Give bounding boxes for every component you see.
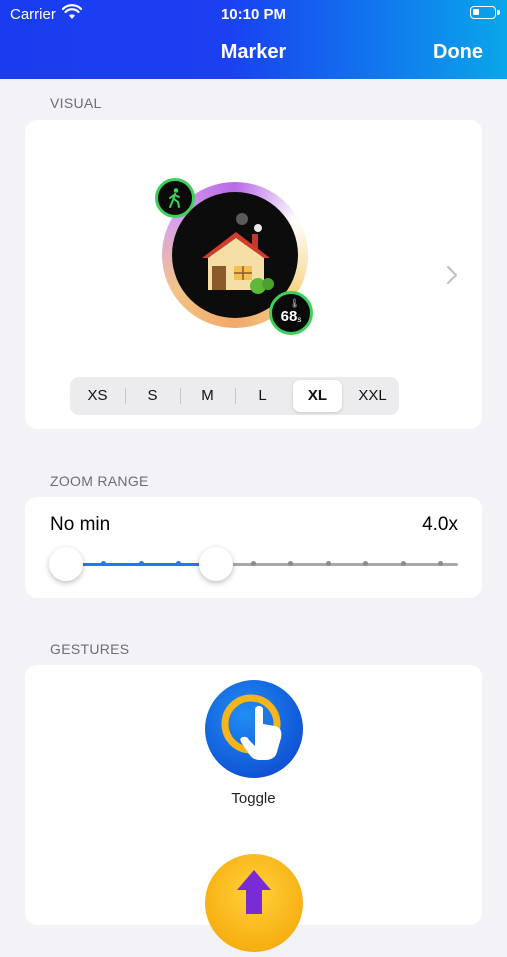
size-option-l[interactable]: L [238,380,287,412]
zoom-slider-tick [251,561,256,566]
segment-divider [125,388,126,404]
zoom-min-handle[interactable] [49,547,83,581]
zoom-card [25,497,482,598]
segment-divider [235,388,236,404]
size-option-m[interactable]: M [183,380,232,412]
visual-section-header: VISUAL [50,95,102,111]
size-option-xxl[interactable]: XXL [348,380,397,412]
zoom-max-handle[interactable] [198,547,233,581]
size-option-s[interactable]: S [128,380,177,412]
zoom-max-label: 4.0x [422,514,458,535]
battery-icon [470,6,500,19]
temperature-unit: s [297,314,302,324]
house-icon [202,213,274,294]
header-bar: Carrier 10:10 PM Marker Done [0,0,507,79]
zoom-section-header: ZOOM RANGE [50,473,149,489]
page-title: Marker [220,41,287,63]
arrow-up-icon[interactable] [205,854,303,952]
temperature-badge: 🌡 68 s [269,291,313,335]
size-option-xl[interactable]: XL [293,380,342,412]
marker-preview[interactable]: 🌡 68 s [155,178,313,335]
walking-badge [155,178,195,218]
segment-divider [180,388,181,404]
zoom-min-label: No min [50,514,111,535]
zoom-slider-tick [325,561,331,566]
zoom-slider-tick [138,561,144,566]
zoom-slider-tick [400,561,406,566]
toggle-tap-icon[interactable] [205,680,303,778]
zoom-slider-tick [438,561,443,566]
size-option-xs[interactable]: XS [73,380,122,412]
temperature-value: 68 [280,307,298,325]
size-segmented-control: XS S M L XL XXL [70,377,399,415]
thermometer-icon: 🌡 [289,298,301,308]
walking-person-icon [169,188,180,208]
done-button[interactable]: Done [433,41,483,64]
status-time: 10:10 PM [220,6,287,23]
chevron-right-icon[interactable] [442,263,462,287]
gestures-section-header: GESTURES [50,641,130,657]
gesture-label: Toggle [231,790,276,807]
status-bar: Carrier 10:10 PM [0,0,507,30]
